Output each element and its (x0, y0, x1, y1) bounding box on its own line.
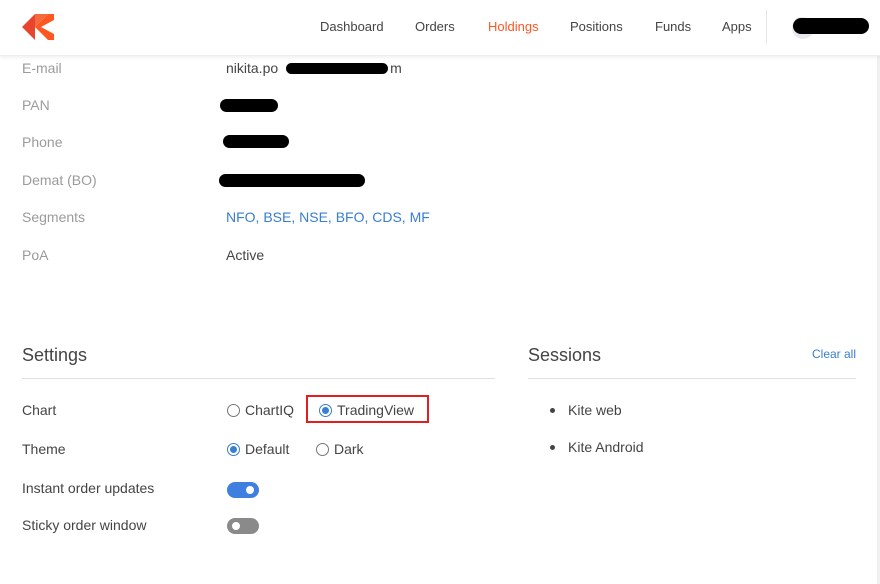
email-redaction (286, 63, 388, 74)
chart-label: Chart (22, 402, 57, 418)
settings-title: Settings (22, 345, 88, 365)
nav-positions[interactable]: Positions (570, 19, 623, 34)
phone-redaction (223, 135, 289, 148)
nav-orders[interactable]: Orders (415, 19, 455, 34)
chart-option-chartiq-label: ChartIQ (245, 402, 295, 418)
radio-unchecked-icon[interactable] (316, 442, 329, 456)
toggle-knob (246, 486, 254, 494)
nav-apps[interactable]: Apps (722, 19, 752, 34)
poa-label: PoA (22, 247, 49, 263)
session-item-label: Kite web (568, 402, 622, 418)
radio-checked-icon[interactable] (227, 442, 240, 456)
bullet-icon (550, 444, 555, 450)
kite-logo-icon[interactable] (22, 14, 54, 40)
sticky-order-window-label: Sticky order window (22, 517, 147, 533)
clear-all-sessions-link[interactable]: Clear all (812, 347, 856, 361)
settings-divider (22, 378, 495, 379)
nav-divider (766, 10, 767, 44)
theme-option-default-label: Default (245, 441, 290, 457)
top-header: Dashboard Orders Holdings Positions Fund… (0, 0, 880, 56)
sessions-title: Sessions (528, 345, 602, 365)
theme-option-dark-label: Dark (334, 441, 364, 457)
phone-label: Phone (22, 134, 63, 150)
sessions-divider (528, 378, 856, 379)
pan-label: PAN (22, 97, 50, 113)
chart-radio-chartiq[interactable]: ChartIQ (227, 402, 294, 418)
demat-redaction (219, 174, 365, 187)
segments-value[interactable]: NFO, BSE, NSE, BFO, CDS, MF (226, 209, 430, 225)
segments-label: Segments (22, 209, 86, 225)
radio-unchecked-icon[interactable] (227, 403, 240, 417)
session-item-label: Kite Android (568, 439, 644, 455)
nav-funds[interactable]: Funds (655, 19, 691, 34)
user-id-redacted[interactable] (793, 18, 869, 34)
session-item: Kite Android (550, 439, 644, 455)
demat-label: Demat (BO) (22, 172, 97, 188)
instant-order-updates-label: Instant order updates (22, 480, 155, 496)
theme-radio-default[interactable]: Default (227, 441, 289, 457)
tradingview-highlight-box (306, 395, 429, 423)
poa-value: Active (226, 247, 265, 263)
toggle-knob (232, 522, 240, 530)
pan-redaction (220, 99, 278, 112)
bullet-icon (550, 407, 555, 413)
nav-dashboard[interactable]: Dashboard (320, 19, 384, 34)
nav-holdings[interactable]: Holdings (488, 19, 539, 34)
sticky-order-window-toggle[interactable] (227, 518, 259, 534)
session-item: Kite web (550, 402, 622, 418)
instant-order-updates-toggle[interactable] (227, 482, 259, 498)
email-label: E-mail (22, 60, 62, 76)
theme-label: Theme (22, 441, 66, 457)
theme-radio-dark[interactable]: Dark (316, 441, 364, 457)
